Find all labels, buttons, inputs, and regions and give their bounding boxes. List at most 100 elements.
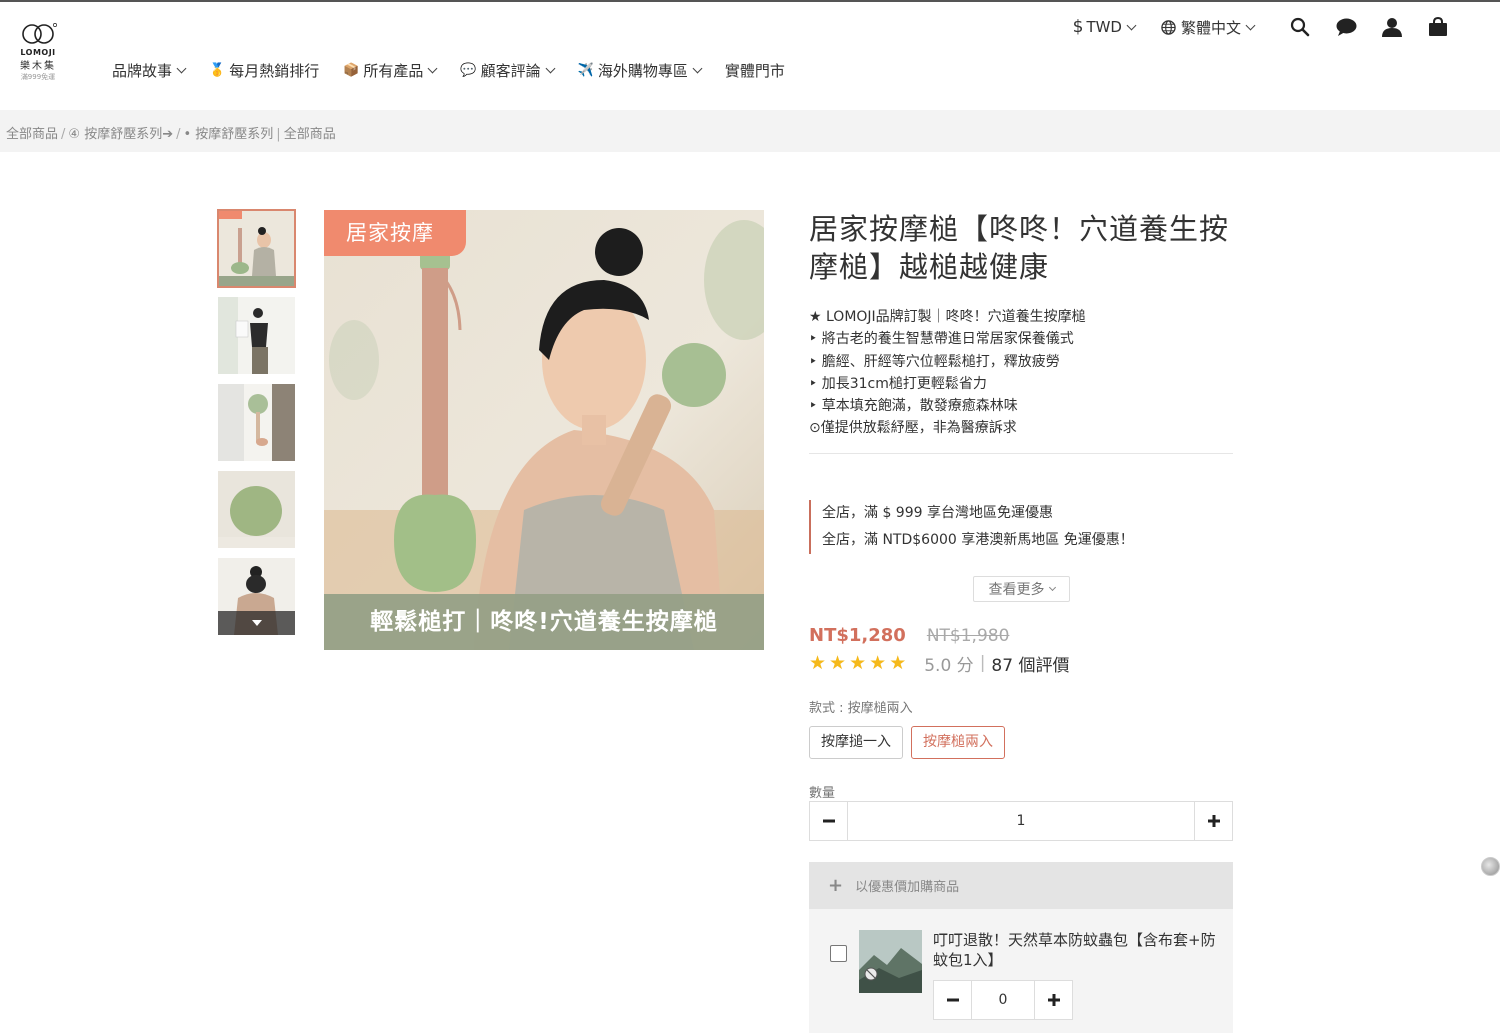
star-icon: ★ bbox=[829, 652, 847, 674]
thumbnail-3[interactable] bbox=[218, 384, 295, 461]
nav-overseas-shopping[interactable]: ✈️ 海外購物專區 bbox=[577, 60, 703, 81]
addon-panel: + 以優惠價加購商品 叮叮退散！天然草本防蚊蟲包【含布套+防蚊包1入】 0 bbox=[809, 862, 1233, 1033]
currency-symbol: $ bbox=[1072, 17, 1084, 37]
minus-icon bbox=[822, 819, 835, 823]
globe-icon bbox=[1161, 19, 1176, 35]
brand-logo[interactable]: LOMOJI 樂木集 滿999免運 bbox=[10, 22, 66, 92]
sale-price: NT$1,280 bbox=[809, 625, 906, 646]
chevron-down-icon bbox=[427, 63, 438, 73]
chat-bubble-icon bbox=[1336, 18, 1356, 36]
nav-monthly-bestsellers[interactable]: 🥇 每月熱銷排行 bbox=[209, 60, 319, 81]
chat-button[interactable] bbox=[1334, 15, 1358, 39]
product-photo bbox=[859, 930, 922, 993]
star-icon: ★ bbox=[809, 652, 827, 674]
promotion-list: 全店，滿 $ 999 享台灣地區免運優惠 全店，滿 NTD$6000 享港澳新馬… bbox=[809, 500, 1233, 554]
currency-selector[interactable]: $ TWD bbox=[1072, 17, 1137, 37]
quantity-stepper: 1 bbox=[809, 801, 1233, 841]
language-label: 繁體中文 bbox=[1180, 18, 1241, 37]
variant-option-single[interactable]: 按摩搥一入 bbox=[809, 726, 903, 759]
breadcrumb-link[interactable]: 全部商品 bbox=[6, 127, 58, 142]
nav-label: 實體門市 bbox=[724, 61, 785, 80]
thumbnail-2[interactable] bbox=[218, 297, 295, 374]
quantity-input[interactable]: 1 bbox=[848, 802, 1194, 840]
currency-label: TWD bbox=[1086, 18, 1122, 36]
variant-option-double[interactable]: 按摩槌兩入 bbox=[911, 726, 1005, 759]
nav-label: 每月熱銷排行 bbox=[229, 61, 320, 80]
product-photo bbox=[324, 210, 764, 650]
original-price: NT$1,980 bbox=[926, 626, 1010, 646]
view-more-button[interactable]: 查看更多 bbox=[973, 576, 1070, 602]
main-product-image[interactable]: 居家按摩 輕鬆槌打｜咚咚!穴道養生按摩槌 bbox=[324, 210, 764, 650]
star-icon: ★ bbox=[849, 652, 867, 674]
breadcrumb: 全部商品 / ④ 按摩舒壓系列➔ / • 按摩舒壓系列 | 全部商品 bbox=[6, 123, 336, 142]
nav-label: 所有產品 bbox=[363, 61, 424, 80]
description-line: ★ LOMOJI品牌訂製｜咚咚！穴道養生按摩槌 bbox=[809, 309, 1086, 325]
language-selector[interactable]: 繁體中文 bbox=[1161, 17, 1256, 38]
addon-quantity-input[interactable]: 0 bbox=[972, 981, 1034, 1019]
breadcrumb-bar: 全部商品 / ④ 按摩舒壓系列➔ / • 按摩舒壓系列 | 全部商品 bbox=[0, 110, 1500, 152]
product-photo bbox=[218, 210, 295, 287]
breadcrumb-link[interactable]: • 按摩舒壓系列 bbox=[183, 127, 273, 142]
user-icon bbox=[1382, 18, 1402, 37]
product-title: 居家按摩槌【咚咚！穴道養生按摩槌】越槌越健康 bbox=[809, 212, 1230, 284]
minus-icon bbox=[946, 998, 959, 1002]
plus-icon bbox=[1207, 815, 1220, 827]
addon-product-image[interactable] bbox=[859, 930, 922, 993]
chevron-down-icon bbox=[1245, 20, 1256, 30]
quantity-increase-button[interactable] bbox=[1194, 802, 1232, 840]
airplane-icon: ✈️ bbox=[577, 62, 594, 78]
divider bbox=[809, 453, 1233, 454]
rating-score: 5.0 分 bbox=[924, 655, 974, 676]
variant-options: 按摩搥一入 按摩槌兩入 bbox=[809, 726, 1013, 759]
account-button[interactable] bbox=[1380, 15, 1404, 39]
nav-physical-stores[interactable]: 實體門市 bbox=[725, 60, 785, 81]
addon-quantity-decrease-button[interactable] bbox=[934, 981, 972, 1019]
product-info: 居家按摩槌【咚咚！穴道養生按摩槌】越槌越健康 ★ LOMOJI品牌訂製｜咚咚！穴… bbox=[809, 210, 1233, 440]
promotion-item[interactable]: 全店，滿 $ 999 享台灣地區免運優惠 bbox=[822, 500, 1233, 527]
description-line: ‣ 草本填充飽滿，散發療癒森林味 bbox=[809, 398, 1018, 415]
description-line: ‣ 將古老的養生智慧帶進日常居家保養儀式 bbox=[809, 331, 1074, 348]
quantity-decrease-button[interactable] bbox=[810, 802, 848, 840]
plus-icon bbox=[1047, 994, 1060, 1006]
logo-brand-text: LOMOJI bbox=[20, 48, 56, 57]
thumbnail-5[interactable] bbox=[218, 558, 295, 635]
thumbnail-1[interactable] bbox=[217, 209, 296, 288]
breadcrumb-link[interactable]: ④ 按摩舒壓系列➔ bbox=[68, 127, 173, 142]
addon-header-label: 以優惠價加購商品 bbox=[855, 880, 960, 895]
breadcrumb-separator: / bbox=[61, 127, 66, 142]
addon-quantity-increase-button[interactable] bbox=[1034, 981, 1072, 1019]
view-more-label: 查看更多 bbox=[988, 582, 1045, 598]
breadcrumb-separator: | bbox=[276, 127, 281, 142]
package-icon: 📦 bbox=[343, 62, 360, 78]
thumbnail-scroll-down-button[interactable] bbox=[218, 611, 295, 635]
product-photo bbox=[218, 471, 295, 548]
addon-checkbox[interactable] bbox=[830, 945, 847, 962]
logo-rings-icon bbox=[22, 23, 57, 44]
review-count-link[interactable]: 87 個評價 bbox=[991, 651, 1069, 676]
nav-all-products[interactable]: 📦 所有產品 bbox=[343, 60, 438, 81]
plus-icon: + bbox=[828, 875, 844, 896]
addon-header[interactable]: + 以優惠價加購商品 bbox=[809, 862, 1233, 909]
cart-button[interactable] bbox=[1426, 15, 1450, 39]
product-photo bbox=[218, 297, 295, 374]
nav-label: 品牌故事 bbox=[112, 61, 173, 80]
breadcrumb-link[interactable]: 全部商品 bbox=[284, 127, 336, 142]
nav-customer-reviews[interactable]: 💬 顧客評論 bbox=[460, 60, 556, 81]
breadcrumb-separator: / bbox=[176, 127, 181, 142]
image-caption: 輕鬆槌打｜咚咚!穴道養生按摩槌 bbox=[324, 594, 764, 650]
variant-label: 款式 : 按摩槌兩入 bbox=[809, 701, 913, 716]
floating-chat-avatar[interactable] bbox=[1481, 857, 1500, 876]
chevron-down-icon bbox=[1126, 20, 1137, 30]
search-icon bbox=[1290, 17, 1310, 37]
search-button[interactable] bbox=[1288, 15, 1312, 39]
chevron-down-icon bbox=[545, 63, 556, 73]
site-header: LOMOJI 樂木集 滿999免運 $ TWD 繁體中文 品牌故事 🥇 每月熱銷… bbox=[0, 2, 1500, 110]
thumbnail-4[interactable] bbox=[218, 471, 295, 548]
thumbnail-list bbox=[217, 209, 296, 645]
medal-icon: 🥇 bbox=[209, 62, 226, 78]
nav-label: 海外購物專區 bbox=[597, 61, 688, 80]
promotion-item[interactable]: 全店，滿 NTD$6000 享港澳新馬地區 免運優惠！ bbox=[822, 527, 1233, 554]
addon-title[interactable]: 叮叮退散！天然草本防蚊蟲包【含布套+防蚊包1入】 bbox=[933, 930, 1218, 970]
star-icon: ★ bbox=[889, 652, 907, 674]
nav-brand-story[interactable]: 品牌故事 bbox=[112, 60, 187, 81]
